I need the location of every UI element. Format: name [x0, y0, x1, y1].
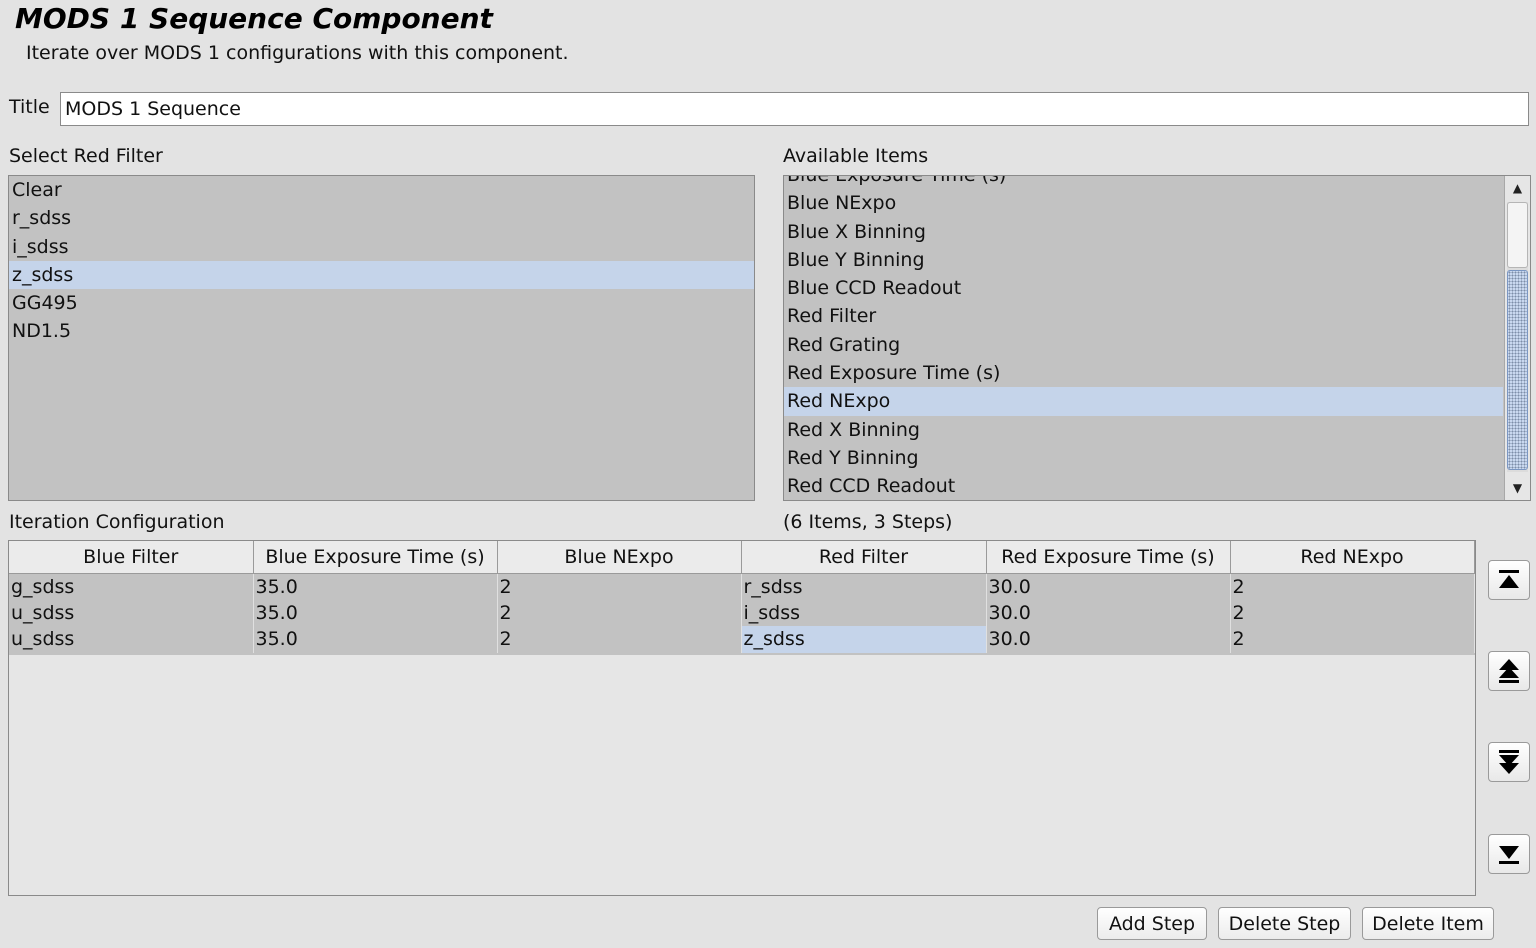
page-title: MODS 1 Sequence Component [15, 2, 493, 35]
red-filter-item[interactable]: i_sdss [9, 233, 754, 261]
red-filter-label: Select Red Filter [9, 145, 163, 167]
available-item[interactable]: Red Y Binning [784, 444, 1503, 472]
move-to-bottom-icon [1499, 846, 1519, 864]
available-item[interactable]: Blue CCD Readout [784, 274, 1503, 302]
table-cell[interactable]: 35.0 [253, 599, 498, 627]
scroll-down-arrow-icon[interactable]: ▼ [1505, 476, 1530, 500]
table-cell[interactable]: u_sdss [9, 626, 254, 653]
table-cell[interactable]: 30.0 [986, 599, 1231, 627]
table-cell[interactable]: 2 [497, 626, 742, 653]
available-item[interactable]: Blue NExpo [784, 189, 1503, 217]
item-step-count: (6 Items, 3 Steps) [783, 511, 953, 533]
table-cell[interactable]: 2 [1230, 599, 1475, 627]
table-cell[interactable]: 2 [497, 599, 742, 627]
delete-item-button[interactable]: Delete Item [1362, 907, 1494, 940]
available-item[interactable]: Red Filter [784, 302, 1503, 330]
title-input[interactable] [60, 92, 1529, 126]
table-row[interactable]: g_sdss 35.0 2 r_sdss 30.0 2 [9, 573, 1475, 600]
scrollbar-thumb[interactable] [1507, 270, 1528, 470]
available-item[interactable]: Blue Exposure Time (s) [784, 176, 1503, 189]
iteration-table[interactable]: Blue Filter Blue Exposure Time (s) Blue … [8, 540, 1476, 896]
table-cell[interactable]: 2 [1230, 626, 1475, 653]
available-item[interactable]: Red CCD Readout [784, 472, 1503, 500]
red-filter-item[interactable]: Clear [9, 176, 754, 204]
title-label: Title [9, 96, 50, 118]
available-item-selected[interactable]: Red NExpo [784, 387, 1503, 416]
page-subtitle: Iterate over MODS 1 configurations with … [26, 42, 569, 64]
table-cell-selected[interactable]: z_sdss [741, 626, 987, 653]
table-cell[interactable]: i_sdss [741, 599, 987, 627]
scrollbar-track-upper [1507, 202, 1528, 268]
red-filter-list[interactable]: Clear r_sdss i_sdss z_sdss GG495 ND1.5 [8, 175, 755, 501]
table-cell[interactable]: 35.0 [253, 573, 498, 600]
table-cell[interactable]: 30.0 [986, 573, 1231, 600]
available-item[interactable]: Red Exposure Time (s) [784, 359, 1503, 387]
scroll-up-arrow-icon[interactable]: ▲ [1505, 176, 1530, 200]
table-cell[interactable]: 2 [1230, 573, 1475, 600]
available-items-label: Available Items [783, 145, 929, 167]
add-step-button[interactable]: Add Step [1097, 907, 1207, 940]
move-to-bottom-button[interactable] [1488, 834, 1530, 874]
table-cell[interactable]: g_sdss [9, 573, 254, 600]
red-filter-item[interactable]: ND1.5 [9, 317, 754, 345]
available-item[interactable]: Red X Binning [784, 416, 1503, 444]
column-header-blue-exposure[interactable]: Blue Exposure Time (s) [253, 541, 498, 574]
available-item[interactable]: Blue Y Binning [784, 246, 1503, 274]
red-filter-item-selected[interactable]: z_sdss [9, 260, 754, 290]
available-items-list[interactable]: Blue Exposure Time (s) Blue NExpo Blue X… [783, 175, 1531, 501]
iteration-config-label: Iteration Configuration [9, 511, 225, 533]
available-item[interactable]: Red Grating [784, 331, 1503, 359]
red-filter-item[interactable]: r_sdss [9, 204, 754, 232]
table-cell[interactable]: 30.0 [986, 626, 1231, 653]
available-items-scrollbar[interactable]: ▲ ▼ [1504, 176, 1530, 500]
move-up-button[interactable] [1488, 651, 1530, 691]
available-items-viewport: Blue Exposure Time (s) Blue NExpo Blue X… [784, 176, 1503, 500]
red-filter-item[interactable]: GG495 [9, 289, 754, 317]
scrollbar-track[interactable] [1507, 202, 1528, 472]
move-to-top-button[interactable] [1488, 560, 1530, 600]
table-row[interactable]: u_sdss 35.0 2 i_sdss 30.0 2 [9, 599, 1475, 627]
column-header-blue-nexpo[interactable]: Blue NExpo [497, 541, 742, 574]
column-header-red-exposure[interactable]: Red Exposure Time (s) [986, 541, 1231, 574]
table-cell[interactable]: u_sdss [9, 599, 254, 627]
table-header-row: Blue Filter Blue Exposure Time (s) Blue … [9, 541, 1475, 574]
column-header-blue-filter[interactable]: Blue Filter [9, 541, 254, 574]
table-cell[interactable]: 35.0 [253, 626, 498, 653]
table-cell[interactable]: 2 [497, 573, 742, 600]
move-down-icon [1499, 750, 1519, 774]
column-header-red-filter[interactable]: Red Filter [741, 541, 987, 574]
move-to-top-icon [1499, 570, 1519, 588]
column-header-red-nexpo[interactable]: Red NExpo [1230, 541, 1475, 574]
table-empty-area [9, 655, 1475, 895]
delete-step-button[interactable]: Delete Step [1218, 907, 1351, 940]
table-row[interactable]: u_sdss 35.0 2 z_sdss 30.0 2 [9, 626, 1475, 653]
available-item[interactable]: Blue X Binning [784, 218, 1503, 246]
move-down-button[interactable] [1488, 742, 1530, 782]
move-up-icon [1499, 659, 1519, 683]
table-cell[interactable]: r_sdss [741, 573, 987, 600]
